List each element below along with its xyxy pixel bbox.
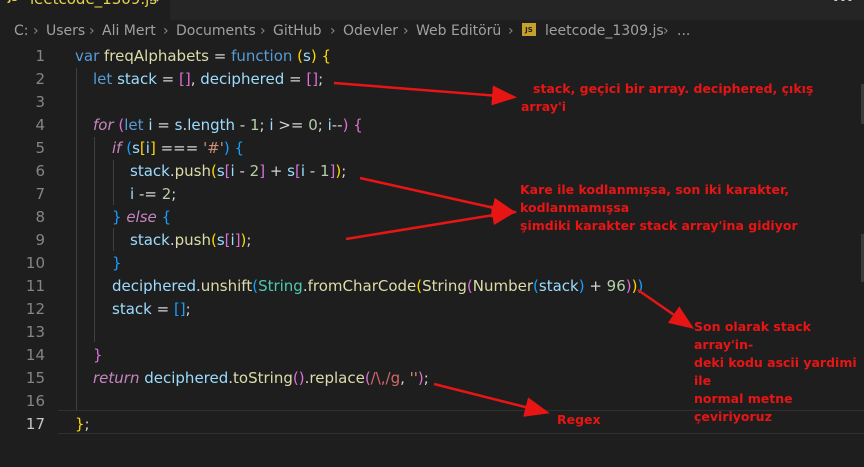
more-actions-icon[interactable]: ··· [833, 0, 854, 9]
line-number: 17 [25, 415, 45, 433]
breadcrumb-ellipsis[interactable]: ... [677, 23, 690, 39]
breadcrumb-separator: › [403, 23, 409, 39]
line-number: 3 [35, 93, 45, 111]
annotation-text: deki kodu ascii yardimi ile [694, 355, 857, 388]
js-file-icon: JS [522, 23, 536, 36]
breadcrumb-drive[interactable]: C: [14, 23, 29, 39]
code-line: } [112, 254, 122, 272]
breadcrumb-separator: › [163, 23, 169, 39]
breadcrumb-documents[interactable]: Documents [176, 23, 256, 39]
code-line: } [93, 346, 103, 364]
code-line: deciphered.unshift(String.fromCharCode(S… [112, 277, 644, 295]
breadcrumb-separator: › [663, 23, 669, 39]
annotation-text: şimdiki karakter stack array'ina gidiyor [520, 218, 798, 233]
line-number: 5 [35, 139, 45, 157]
line-number: 10 [25, 254, 45, 272]
breadcrumb-odevler[interactable]: Odevler [343, 23, 398, 39]
code-line: stack = []; [112, 300, 191, 318]
indent-guide [94, 137, 95, 342]
tab-label: leetcode_1309.js [30, 0, 157, 8]
line-number: 16 [25, 392, 45, 410]
line-number: 13 [25, 323, 45, 341]
code-line: } else { [112, 208, 172, 226]
code-line: i -= 2; [130, 185, 177, 203]
breadcrumb-github[interactable]: GitHub [273, 23, 322, 39]
code-line: if (s[i] === '#') { [112, 139, 245, 157]
indent-guide [113, 160, 114, 205]
code-line: stack.push(s[i]); [130, 231, 252, 249]
line-number: 6 [35, 162, 45, 180]
line-number: 15 [25, 369, 45, 387]
breadcrumb-separator: › [260, 23, 266, 39]
breadcrumb-separator: › [89, 23, 95, 39]
line-number: 1 [35, 47, 45, 65]
line-number: 9 [35, 231, 45, 249]
annotation-note-3: Son olarak stack array'in- deki kodu asc… [694, 318, 864, 426]
breadcrumb-separator: › [33, 23, 39, 39]
code-line: let stack = [], deciphered = []; [93, 70, 324, 88]
close-icon[interactable]: × [148, 0, 161, 6]
annotation-note-2: Kare ile kodlanmışsa, son iki karakter, … [520, 181, 864, 235]
annotation-text: stack, geçici bir array. deciphered, çık… [533, 81, 814, 96]
code-line: for (let i = s.length - 1; i >= 0; i--) … [93, 116, 363, 134]
indent-guide [113, 228, 114, 251]
breadcrumb-separator: › [330, 23, 336, 39]
line-number: 11 [25, 277, 45, 295]
breadcrumb-user[interactable]: Ali Mert [102, 23, 156, 39]
line-number: 14 [25, 346, 45, 364]
line-number: 8 [35, 208, 45, 226]
code-line: return deciphered.toString().replace(/\,… [93, 369, 429, 387]
tab-bar: JS leetcode_1309.js × ··· [0, 0, 864, 20]
breadcrumb-users[interactable]: Users [46, 23, 85, 39]
line-number: 2 [35, 70, 45, 88]
line-number: 7 [35, 185, 45, 203]
breadcrumb-separator: › [508, 23, 514, 39]
breadcrumb: C: › Users › Ali Mert › Documents › GitH… [0, 22, 864, 44]
tab-leetcode-1309[interactable]: JS leetcode_1309.js × [0, 0, 170, 20]
code-line: var freqAlphabets = function (s) { [75, 47, 332, 65]
annotation-text: array'i [521, 99, 567, 114]
annotation-note-4: Regex [557, 412, 601, 427]
annotation-text: Son olarak stack array'in- [694, 319, 811, 352]
annotation-note-1: stack, geçici bir array. deciphered, çık… [521, 80, 814, 116]
js-file-icon: JS [8, 0, 18, 4]
breadcrumb-file[interactable]: leetcode_1309.js [545, 23, 664, 39]
annotation-text: Kare ile kodlanmışsa, son iki karakter, … [520, 182, 790, 215]
breadcrumb-web-editoru[interactable]: Web Editörü [416, 23, 501, 39]
indent-guide [76, 68, 77, 410]
line-number: 12 [25, 300, 45, 318]
code-line: stack.push(s[i - 2] + s[i - 1]); [130, 162, 347, 180]
code-line: }; [75, 415, 90, 433]
annotation-text: normal metne çeviriyoruz [694, 391, 793, 424]
line-number: 4 [35, 116, 45, 134]
